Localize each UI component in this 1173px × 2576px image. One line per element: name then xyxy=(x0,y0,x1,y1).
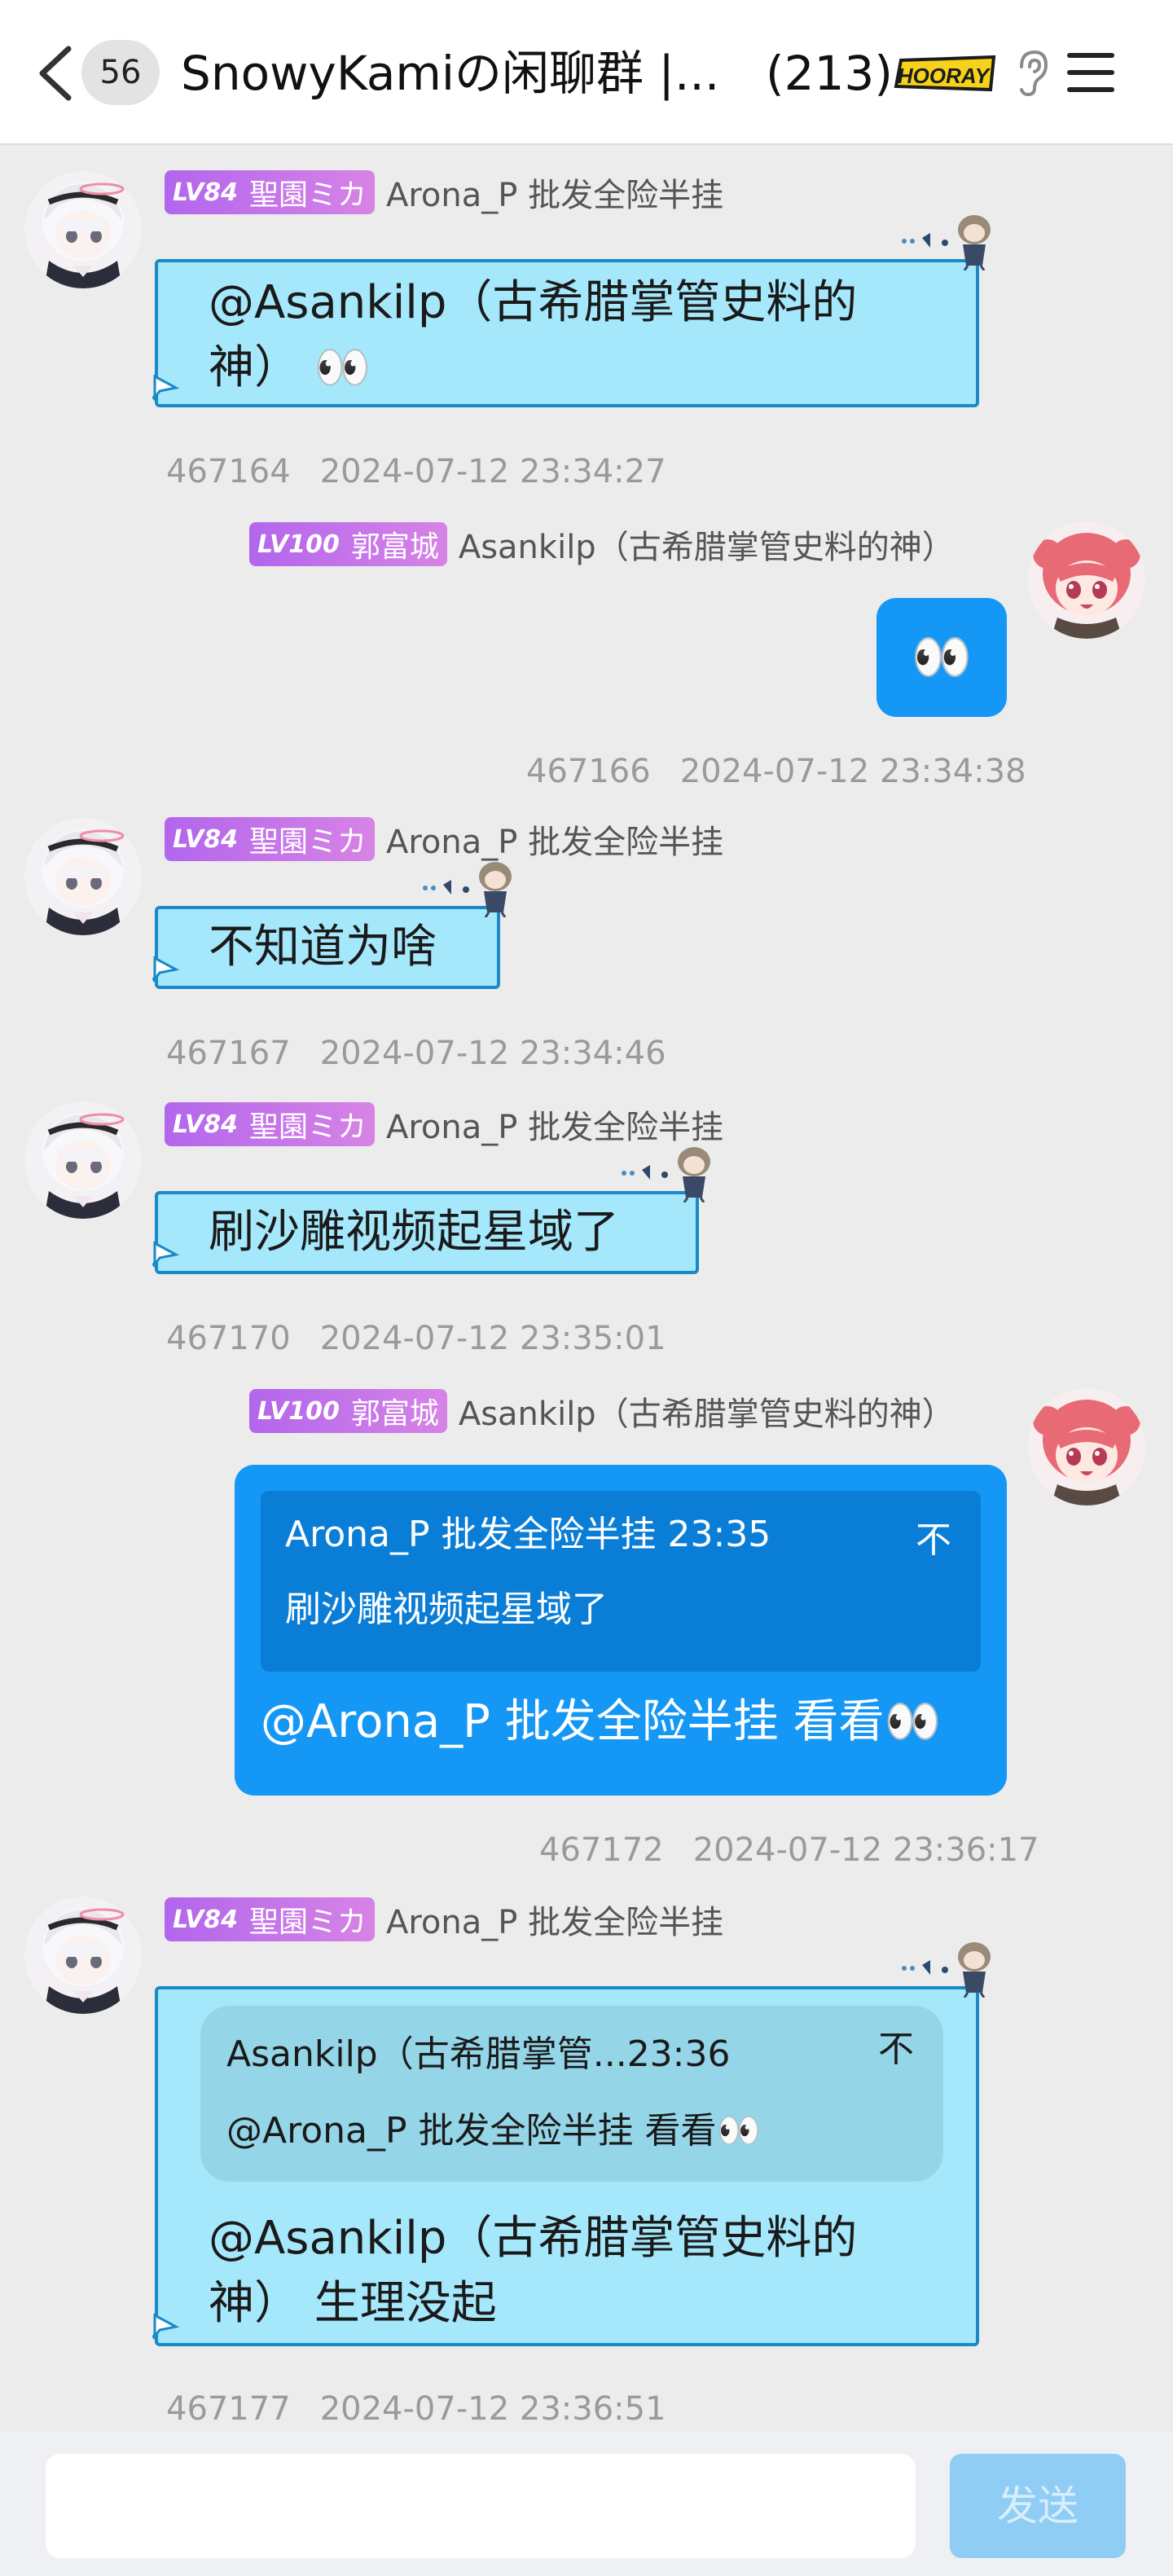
message-input[interactable] xyxy=(46,2454,916,2558)
message-meta: 467167 2024-07-12 23:34:46 xyxy=(166,1035,666,1072)
user-avatar[interactable] xyxy=(24,818,142,935)
bubble-flag-icon xyxy=(150,370,181,401)
message-meta: 467164 2024-07-12 23:34:27 xyxy=(166,453,666,490)
bubble-chibi-decoration-icon xyxy=(614,1137,720,1202)
quoted-message[interactable]: Arona_P 批发全险半挂 23:35 不 刷沙雕视频起星域了 xyxy=(261,1491,981,1672)
message-meta: 467166 2024-07-12 23:34:38 xyxy=(526,753,1026,790)
user-avatar[interactable] xyxy=(24,171,142,288)
quote-header: Asankilp（古希腊掌管...23:36 xyxy=(226,2033,731,2075)
level-badge: LV100 郭富城 xyxy=(249,522,447,566)
quote-text: 刷沙雕视频起星域了 xyxy=(285,1589,608,1630)
message-time: 2024-07-12 23:35:01 xyxy=(319,1320,666,1357)
bubble-chibi-decoration-icon xyxy=(894,1932,1000,1998)
message-text-block: @Asankilp（古希腊掌管史料的 神） 生理没起 xyxy=(158,2182,976,2336)
sender-info: LV84 聖園ミカ Arona_P 批发全险半挂 xyxy=(165,1897,723,1942)
quote-text: @Arona_P 批发全险半挂 看看👀 xyxy=(226,2110,762,2152)
message-id: 467166 xyxy=(526,753,651,790)
user-avatar[interactable] xyxy=(1028,1388,1145,1506)
message-meta: 467172 2024-07-12 23:36:17 xyxy=(539,1831,1039,1869)
quoted-message[interactable]: Asankilp（古希腊掌管...23:36 不 @Arona_P 批发全险半挂… xyxy=(200,2006,943,2182)
message-bubble[interactable]: Asankilp（古希腊掌管...23:36 不 @Arona_P 批发全险半挂… xyxy=(155,1986,979,2346)
message-id: 467170 xyxy=(166,1320,291,1357)
message-text-line: @Asankilp（古希腊掌管史料的 xyxy=(209,2212,858,2265)
chat-header: 56 SnowyKamiの闲聊群 |... (213) HOORAY xyxy=(0,0,1173,145)
message-text: 刷沙雕视频起星域了 xyxy=(209,1206,619,1259)
quote-close-label[interactable]: 不 xyxy=(916,1510,951,1563)
sender-name[interactable]: Arona_P 批发全险半挂 xyxy=(386,1896,723,1943)
bubble-chibi-decoration-icon xyxy=(415,852,521,917)
composer-bar: 发送 xyxy=(0,2433,1173,2576)
message-meta: 467177 2024-07-12 23:36:51 xyxy=(166,2390,666,2428)
message-time: 2024-07-12 23:34:46 xyxy=(319,1035,666,1072)
message-text-line: 神） 生理没起 xyxy=(209,2277,497,2330)
message-id: 467177 xyxy=(166,2390,291,2428)
message-bubble[interactable]: 刷沙雕视频起星域了 xyxy=(155,1191,699,1274)
level-badge: LV84 聖園ミカ xyxy=(165,1897,375,1941)
level-badge: LV84 聖園ミカ xyxy=(165,817,375,861)
member-count: (213) xyxy=(766,46,893,101)
quote-close-label[interactable]: 不 xyxy=(878,2025,914,2074)
message-bubble[interactable]: 不知道为啥 xyxy=(155,906,500,989)
message-text: 不知道为啥 xyxy=(209,921,437,974)
sender-info: LV84 聖園ミカ Arona_P 批发全险半挂 xyxy=(165,169,723,215)
message-bubble[interactable]: Arona_P 批发全险半挂 23:35 不 刷沙雕视频起星域了 @Arona_… xyxy=(235,1465,1007,1796)
hamburger-menu-icon[interactable] xyxy=(1067,51,1114,95)
level-badge: LV100 郭富城 xyxy=(249,1389,447,1433)
message-time: 2024-07-12 23:36:51 xyxy=(319,2390,666,2428)
ear-icon[interactable] xyxy=(1013,49,1051,98)
sender-name[interactable]: Asankilp（古希腊掌管史料的神） xyxy=(459,1387,955,1435)
user-avatar[interactable] xyxy=(24,1897,142,2014)
bubble-chibi-decoration-icon xyxy=(894,205,1000,270)
message-time: 2024-07-12 23:34:38 xyxy=(679,753,1026,790)
bubble-flag-icon xyxy=(150,952,181,982)
sender-name[interactable]: Asankilp（古希腊掌管史料的神） xyxy=(459,521,955,568)
sender-name[interactable]: Arona_P 批发全险半挂 xyxy=(386,169,723,216)
bubble-flag-icon xyxy=(150,2309,181,2340)
group-title[interactable]: SnowyKamiの闲聊群 |... xyxy=(181,41,719,106)
unread-count-badge[interactable]: 56 xyxy=(81,40,160,105)
message-time: 2024-07-12 23:36:17 xyxy=(692,1831,1039,1869)
sender-info: LV100 郭富城 Asankilp（古希腊掌管史料的神） xyxy=(249,1388,955,1434)
message-id: 467167 xyxy=(166,1035,291,1072)
bubble-flag-icon xyxy=(150,1237,181,1268)
level-badge: LV84 聖園ミカ xyxy=(165,1102,375,1146)
hooray-label: HOORAY xyxy=(898,64,991,88)
back-chevron-icon[interactable] xyxy=(33,44,81,103)
message-time: 2024-07-12 23:34:27 xyxy=(319,453,666,490)
message-bubble[interactable]: @Asankilp（古希腊掌管史料的 神） 👀 xyxy=(155,259,979,407)
message-id: 467172 xyxy=(539,1831,664,1869)
message-text-line: 神） 👀 xyxy=(209,341,371,394)
send-button[interactable]: 发送 xyxy=(950,2454,1126,2558)
quote-header: Arona_P 批发全险半挂 23:35 xyxy=(285,1514,771,1555)
sender-info: LV100 郭富城 Asankilp（古希腊掌管史料的神） xyxy=(249,521,955,567)
message-text: @Arona_P 批发全险半挂 看看👀 xyxy=(261,1695,942,1748)
hooray-sticker-icon: HOORAY xyxy=(894,55,996,92)
message-id: 467164 xyxy=(166,453,291,490)
message-text-line: @Asankilp（古希腊掌管史料的 xyxy=(209,276,858,329)
level-badge: LV84 聖園ミカ xyxy=(165,170,375,214)
user-avatar[interactable] xyxy=(24,1101,142,1219)
message-meta: 467170 2024-07-12 23:35:01 xyxy=(166,1320,666,1357)
user-avatar[interactable] xyxy=(1028,521,1145,639)
message-bubble[interactable]: 👀 xyxy=(876,598,1007,717)
